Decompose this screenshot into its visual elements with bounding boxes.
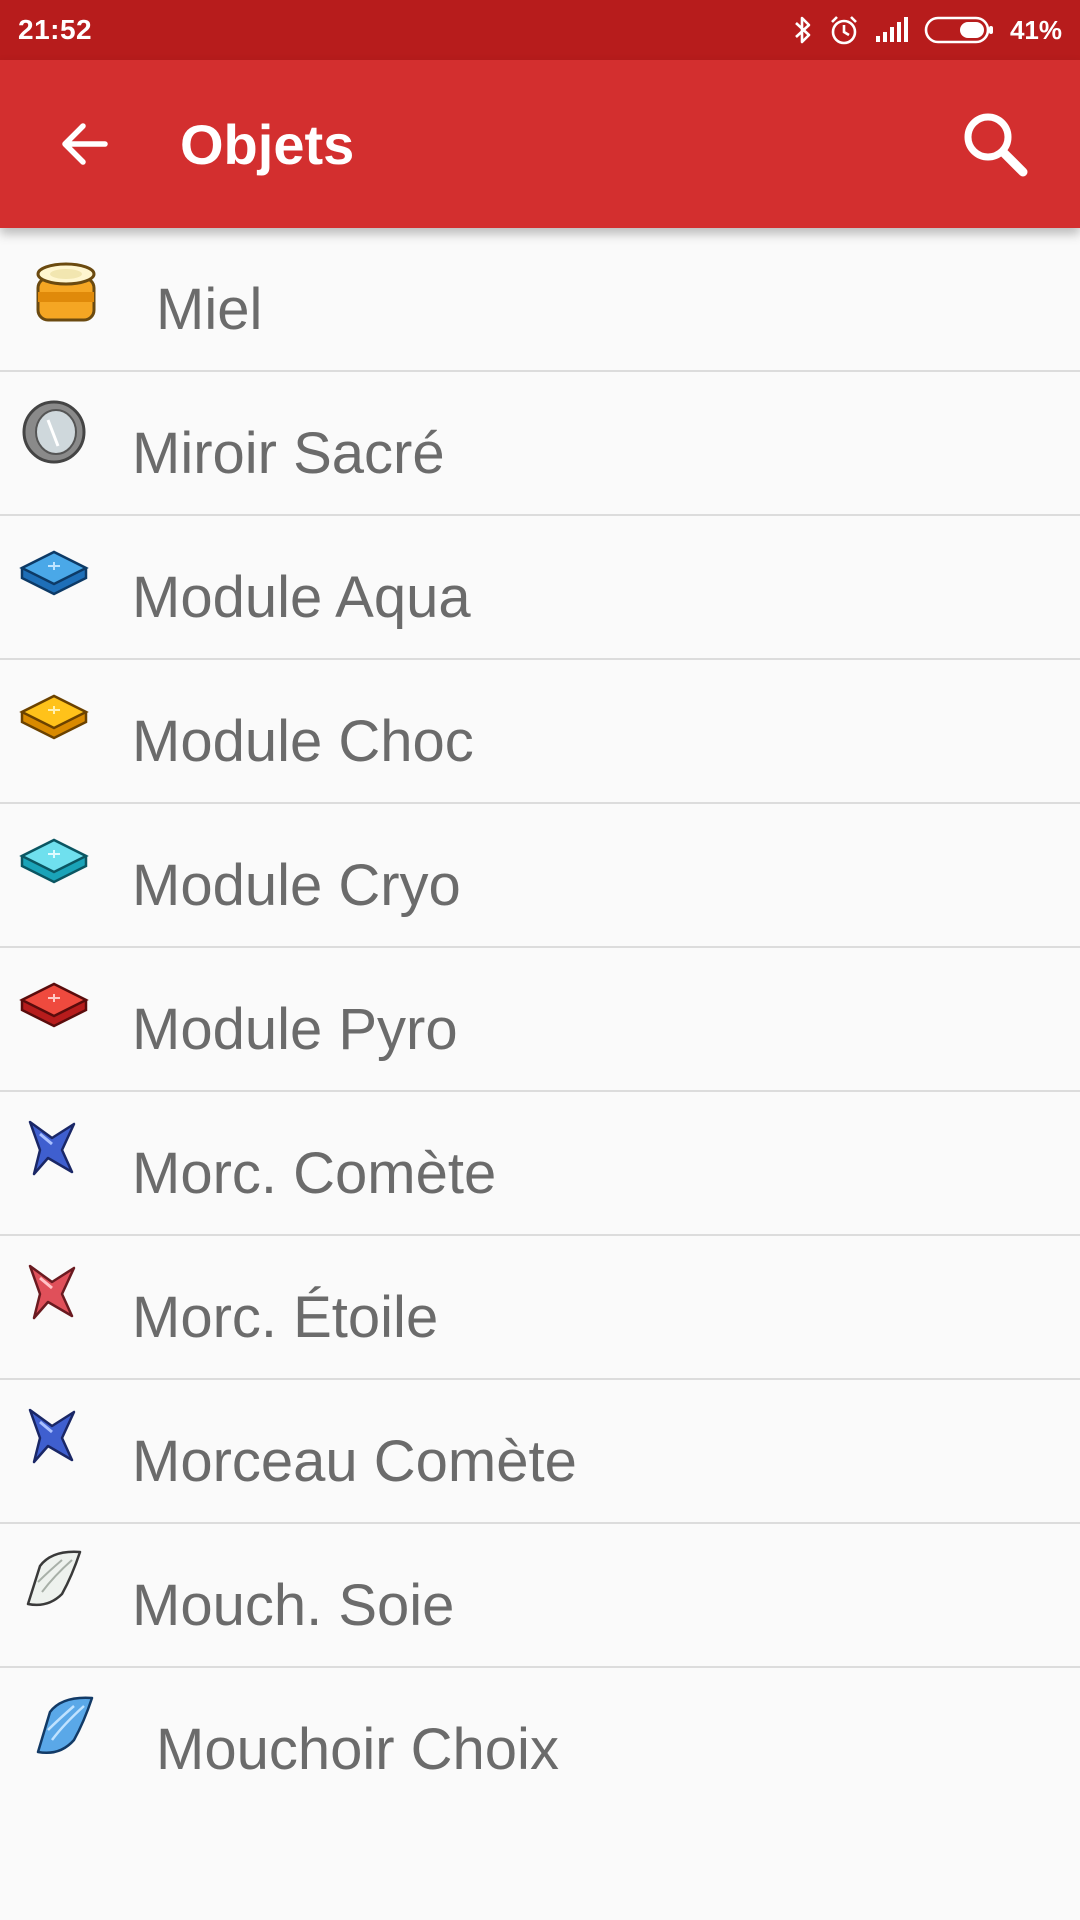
item-label: Module Aqua [132,565,471,630]
item-label: Miel [156,277,263,342]
battery-icon [924,15,996,45]
list-item[interactable]: Module Choc [0,660,1080,804]
shard-blue-icon [28,1408,76,1464]
honey-jar-icon [36,262,96,322]
signal-icon [874,16,910,44]
list-item[interactable]: Module Aqua [0,516,1080,660]
battery-percent: 41% [1009,14,1062,45]
arrow-back-icon [62,123,108,165]
app-bar: Objets [0,60,1080,228]
status-bar: 21:52 41% [0,0,1080,60]
list-item[interactable]: Module Cryo [0,804,1080,948]
scarf-blue-icon [36,1696,94,1754]
search-button[interactable] [940,89,1050,199]
module-blue-icon [19,550,89,596]
status-icons: 41% [792,14,1062,46]
list-item[interactable]: Mouch. Soie [0,1524,1080,1668]
status-time: 21:52 [18,14,93,45]
item-label: Miroir Sacré [132,421,445,486]
list-item[interactable]: Miroir Sacré [0,372,1080,516]
alarm-icon [828,14,860,46]
item-label: Morc. Comète [132,1141,497,1206]
list-item[interactable]: Miel [0,228,1080,372]
module-red-icon [19,982,89,1028]
bluetooth-icon [792,15,814,45]
back-button[interactable] [30,89,140,199]
item-label: Mouch. Soie [132,1573,455,1638]
mirror-icon [22,400,86,464]
page-title: Objets [180,112,355,176]
list-item[interactable]: Morceau Comète [0,1380,1080,1524]
module-yellow-icon [19,694,89,740]
search-icon [964,113,1028,177]
item-list: Miel Miroir Sacré Module Aqua Module Cho… [0,228,1080,1812]
item-label: Module Choc [132,709,474,774]
list-item[interactable]: Mouchoir Choix [0,1668,1080,1812]
scarf-white-icon [26,1550,82,1607]
list-item[interactable]: Morc. Comète [0,1092,1080,1236]
module-cyan-icon [19,838,89,884]
item-label: Morc. Étoile [132,1285,439,1350]
list-item[interactable]: Morc. Étoile [0,1236,1080,1380]
item-label: Mouchoir Choix [156,1717,559,1782]
list-item[interactable]: Module Pyro [0,948,1080,1092]
item-label: Module Cryo [132,853,461,918]
shard-blue-icon [28,1120,76,1176]
item-label: Morceau Comète [132,1429,577,1494]
item-label: Module Pyro [132,997,458,1062]
shard-red-icon [28,1264,76,1320]
